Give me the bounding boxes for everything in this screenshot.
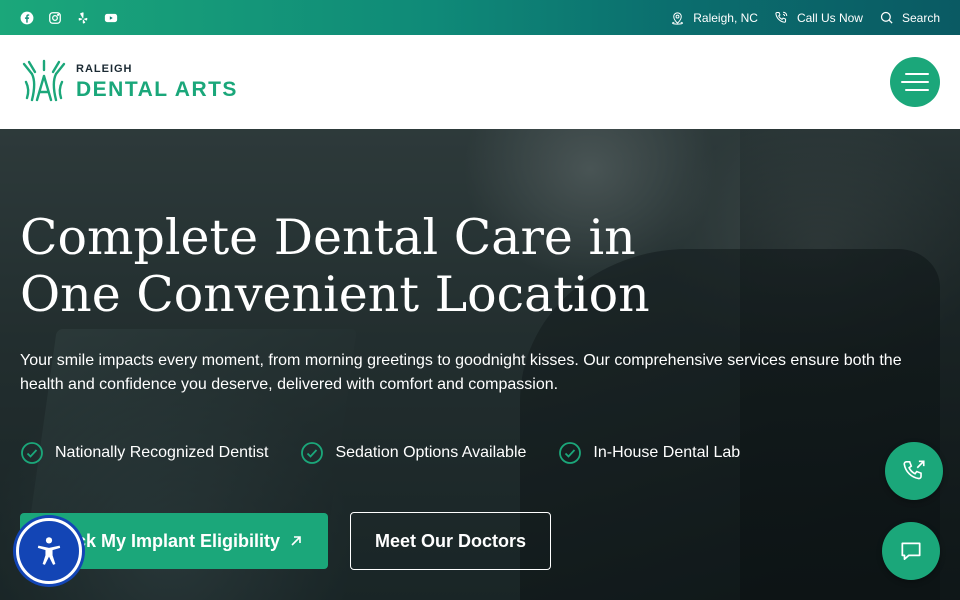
social-links: [20, 11, 118, 25]
feature-label: Sedation Options Available: [335, 444, 527, 461]
instagram-icon[interactable]: [48, 11, 62, 25]
arrow-up-right-icon: [291, 536, 301, 546]
yelp-icon[interactable]: [76, 11, 90, 25]
top-utility-links: Raleigh, NC Call Us Now Search: [670, 10, 940, 25]
check-circle-icon: [301, 442, 324, 464]
phone-icon: [775, 11, 788, 23]
location-pin-icon: [672, 12, 684, 25]
feature-list: Nationally Recognized Dentist Sedation O…: [20, 441, 740, 465]
call-label: Call Us Now: [796, 10, 863, 25]
call-fab-button[interactable]: [885, 442, 943, 500]
facebook-icon[interactable]: [20, 11, 34, 25]
logo-line2: DENTAL ARTS: [76, 78, 238, 101]
search-icon: [880, 11, 893, 24]
hero-subtitle: Your smile impacts every moment, from mo…: [20, 352, 902, 393]
menu-bar: [905, 89, 929, 91]
feature-item: In-House Dental Lab: [558, 441, 740, 465]
site-logo[interactable]: RALEIGH DENTAL ARTS: [20, 58, 238, 106]
site-header: RALEIGH DENTAL ARTS: [0, 35, 960, 129]
menu-button[interactable]: [890, 57, 940, 107]
menu-bar: [901, 81, 929, 83]
call-link[interactable]: Call Us Now: [774, 10, 863, 25]
search-link[interactable]: Search: [879, 10, 940, 25]
check-circle-icon: [559, 442, 582, 464]
top-bar: Raleigh, NC Call Us Now Search: [0, 0, 960, 35]
logo-text: RALEIGH DENTAL ARTS: [76, 63, 238, 101]
feature-item: Nationally Recognized Dentist: [20, 441, 268, 465]
feature-item: Sedation Options Available: [300, 441, 526, 465]
location-link[interactable]: Raleigh, NC: [670, 10, 758, 25]
hero-title: Complete Dental Care in One Convenient L…: [20, 209, 650, 323]
accessibility-button[interactable]: [16, 518, 82, 584]
logo-line1: RALEIGH: [76, 63, 133, 75]
logo-mark-icon: [22, 59, 66, 102]
check-circle-icon: [21, 442, 43, 464]
accessibility-icon: [37, 537, 61, 565]
menu-bar: [905, 73, 929, 75]
feature-label: Nationally Recognized Dentist: [55, 444, 269, 461]
chat-bubble-icon: [901, 542, 921, 560]
meet-doctors-label: Meet Our Doctors: [374, 530, 527, 551]
search-label: Search: [901, 10, 940, 25]
phone-outgoing-icon: [903, 460, 925, 480]
chat-fab-button[interactable]: [882, 522, 940, 580]
youtube-icon[interactable]: [104, 11, 118, 25]
location-label: Raleigh, NC: [693, 10, 758, 25]
hero-section: Complete Dental Care in One Convenient L…: [0, 129, 960, 600]
meet-doctors-button[interactable]: Meet Our Doctors: [350, 512, 551, 570]
feature-label: In-House Dental Lab: [593, 444, 741, 461]
